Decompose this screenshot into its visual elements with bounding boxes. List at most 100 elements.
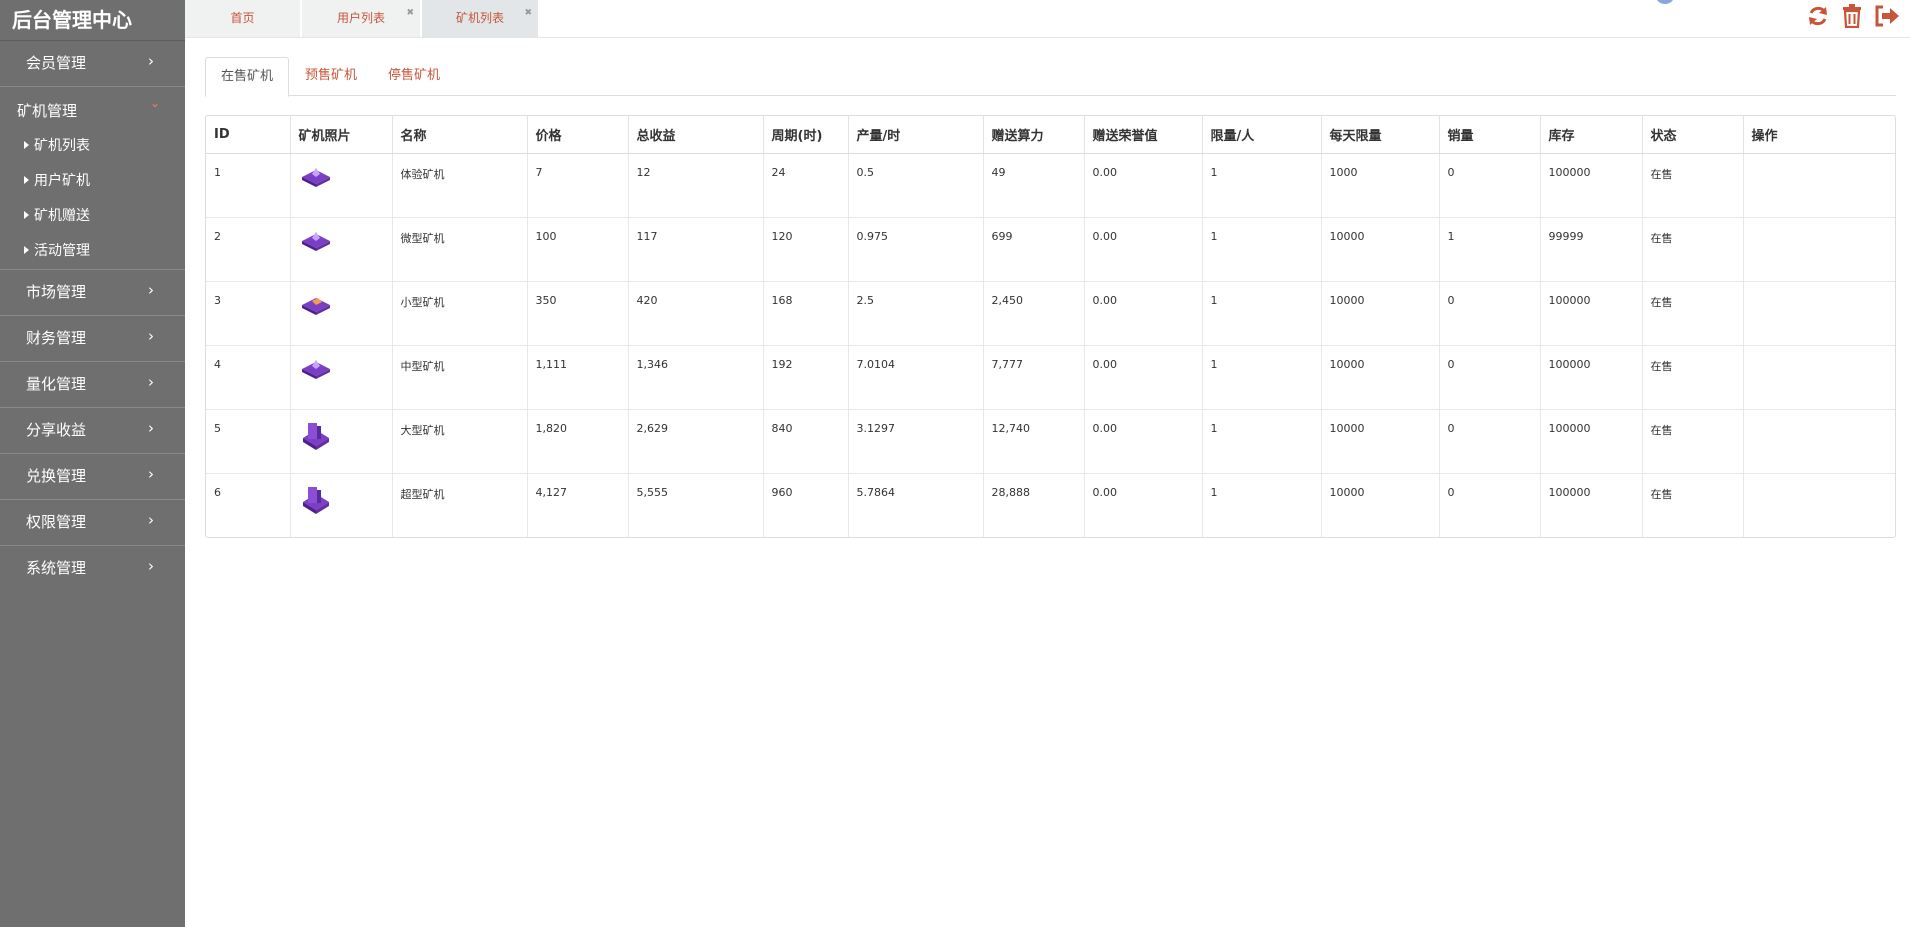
cell-output-rate: 7.0104 — [848, 345, 984, 410]
sidebar-item-activities[interactable]: 活动管理 — [0, 234, 185, 269]
tab-home[interactable]: 首页 — [185, 0, 300, 37]
miner-table: ID 矿机照片 名称 价格 总收益 周期(时) 产量/时 赠送算力 赠送荣誉值 限量/人 每天限量销… — [205, 115, 1896, 538]
cell-total-income: 5,555 — [628, 473, 764, 537]
sidebar-item-user-miners[interactable]: 用户矿机 — [0, 164, 185, 199]
sidebar-group-exchange[interactable]: 兑换管理 › — [0, 454, 185, 500]
flat-miner-icon — [299, 360, 333, 385]
cell-cycle: 840 — [763, 409, 849, 474]
trash-icon[interactable] — [1841, 4, 1863, 32]
sidebar-group-label: 会员管理 — [26, 54, 87, 72]
cell-total-income: 2,629 — [628, 409, 764, 474]
sidebar-item-miner-gift[interactable]: 矿机赠送 — [0, 199, 185, 234]
chevron-right-icon: › — [148, 281, 154, 299]
cell-stock: 99999 — [1540, 217, 1643, 282]
sidebar-group-share[interactable]: 分享收益 › — [0, 408, 185, 454]
cell-actions[interactable] — [1743, 281, 1895, 346]
sidebar-group-market[interactable]: 市场管理 › — [0, 270, 185, 316]
cell-actions[interactable] — [1743, 153, 1895, 218]
cell-stock: 100000 — [1540, 409, 1643, 474]
subtab-label: 在售矿机 — [220, 69, 273, 84]
cell-photo — [290, 345, 393, 410]
subtab-on-sale[interactable]: 在售矿机 — [205, 57, 289, 97]
cell-output-rate: 2.5 — [848, 281, 984, 346]
logout-icon[interactable] — [1874, 4, 1900, 32]
cell-status: 在售 — [1642, 473, 1744, 537]
sidebar-group-label: 兑换管理 — [26, 467, 87, 485]
cell-limit-per-user: 1 — [1202, 473, 1322, 537]
chevron-right-icon: › — [148, 52, 154, 70]
sidebar-group-quant[interactable]: 量化管理 › — [0, 362, 185, 408]
cell-name: 体验矿机 — [392, 153, 528, 218]
cell-sales: 1 — [1439, 217, 1541, 282]
column-header: 总收益 — [628, 116, 764, 154]
table-row: 3 小型矿机 350 420 168 2.5 2,450 0.00 1 10000 0 100000 在… — [206, 281, 1895, 346]
cell-id: 4 — [206, 345, 291, 410]
cell-price: 1,111 — [527, 345, 629, 410]
table-row: 2 微型矿机 100 117 120 0.975 699 0.00 1 10000 1 99999 在售 — [206, 217, 1895, 282]
chevron-right-icon: › — [148, 511, 154, 529]
cell-bonus-honor: 0.00 — [1084, 217, 1203, 282]
flat-miner-gold-icon — [299, 298, 333, 321]
sidebar-group-label: 矿机管理 — [17, 102, 78, 120]
column-header: 产量/时 — [848, 116, 984, 154]
chevron-right-icon: › — [148, 373, 154, 391]
sidebar-group-finance[interactable]: 财务管理 › — [0, 316, 185, 362]
cell-limit-per-user: 1 — [1202, 217, 1322, 282]
cell-bonus-honor: 0.00 — [1084, 473, 1203, 537]
tower-miner-icon — [299, 487, 333, 519]
column-header: 操作 — [1743, 116, 1895, 154]
column-header: 名称 — [392, 116, 528, 154]
cell-stock: 100000 — [1540, 153, 1643, 218]
refresh-icon[interactable] — [1806, 4, 1830, 32]
cell-daily-limit: 10000 — [1321, 281, 1440, 346]
sidebar-group-label: 权限管理 — [26, 513, 87, 531]
column-header: 矿机照片 — [290, 116, 393, 154]
cell-id: 2 — [206, 217, 291, 282]
cell-status: 在售 — [1642, 409, 1744, 474]
cell-bonus-power: 699 — [983, 217, 1085, 282]
sidebar-item-label: 活动管理 — [34, 243, 90, 259]
sidebar-group-label: 市场管理 — [26, 283, 87, 301]
close-icon[interactable]: ✖ — [524, 0, 532, 28]
cell-limit-per-user: 1 — [1202, 281, 1322, 346]
cell-sales: 0 — [1439, 473, 1541, 537]
cell-actions[interactable] — [1743, 217, 1895, 282]
cell-total-income: 12 — [628, 153, 764, 218]
cell-cycle: 960 — [763, 473, 849, 537]
sidebar-group-miner[interactable]: 矿机管理 ⌄ 矿机列表 用户矿机 矿机赠送 活动管理 — [0, 87, 185, 270]
subtab-presale[interactable]: 预售矿机 — [290, 57, 372, 95]
tab-user-list[interactable]: 用户列表 ✖ — [302, 0, 420, 37]
chevron-right-icon: › — [148, 557, 154, 575]
shield-icon — [1655, 0, 1675, 4]
sidebar-group-label: 系统管理 — [26, 559, 87, 577]
chevron-right-icon: › — [148, 327, 154, 345]
cell-name: 微型矿机 — [392, 217, 528, 282]
sidebar-group-system[interactable]: 系统管理 › — [0, 546, 185, 591]
subtab-discontinued[interactable]: 停售矿机 — [373, 57, 455, 95]
cell-bonus-power: 12,740 — [983, 409, 1085, 474]
cell-actions[interactable] — [1743, 409, 1895, 474]
column-header: 每天限量 — [1321, 116, 1440, 154]
cell-name: 中型矿机 — [392, 345, 528, 410]
sidebar-group-permission[interactable]: 权限管理 › — [0, 500, 185, 546]
cell-stock: 100000 — [1540, 473, 1643, 537]
cell-sales: 0 — [1439, 409, 1541, 474]
subtab-label: 停售矿机 — [387, 68, 440, 83]
subtab-label: 预售矿机 — [304, 68, 357, 83]
cell-actions[interactable] — [1743, 345, 1895, 410]
cell-bonus-power: 28,888 — [983, 473, 1085, 537]
tab-label: 首页 — [230, 11, 255, 25]
cell-total-income: 420 — [628, 281, 764, 346]
app-title: 后台管理中心 — [0, 0, 185, 41]
close-icon[interactable]: ✖ — [406, 0, 414, 28]
tab-miner-list[interactable]: 矿机列表 ✖ — [422, 0, 538, 37]
sidebar: 后台管理中心 会员管理 › 矿机管理 ⌄ 矿机列表 用户矿机 矿机赠送 活动管理 市… — [0, 0, 185, 927]
cell-output-rate: 5.7864 — [848, 473, 984, 537]
flat-miner-icon — [299, 232, 333, 257]
cell-price: 100 — [527, 217, 629, 282]
caret-right-icon — [24, 211, 29, 219]
cell-actions[interactable] — [1743, 474, 1895, 538]
cell-limit-per-user: 1 — [1202, 409, 1322, 474]
cell-photo — [290, 281, 393, 346]
cell-name: 小型矿机 — [392, 281, 528, 346]
